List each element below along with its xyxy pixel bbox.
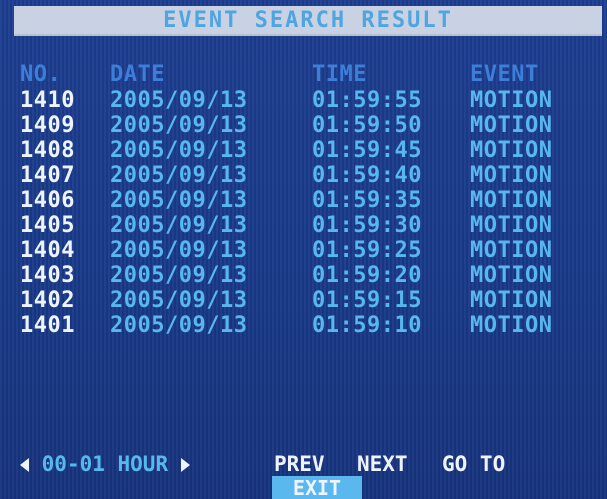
exit-button[interactable]: EXIT: [272, 476, 362, 499]
row-number: 1410: [20, 88, 75, 113]
triangle-right-icon[interactable]: [180, 458, 190, 472]
table-header: NO. DATE TIME EVENT: [0, 64, 607, 86]
row-date: 2005/09/13: [110, 163, 248, 188]
row-number: 1402: [20, 288, 75, 313]
row-event: MOTION: [470, 313, 553, 338]
row-time: 01:59:10: [312, 313, 422, 338]
title-bar: EVENT SEARCH RESULT: [14, 6, 602, 36]
row-time: 01:59:30: [312, 213, 422, 238]
row-number: 1407: [20, 163, 75, 188]
row-event: MOTION: [470, 213, 553, 238]
row-date: 2005/09/13: [110, 313, 248, 338]
row-time: 01:59:15: [312, 288, 422, 313]
row-date: 2005/09/13: [110, 88, 248, 113]
column-header-no: NO.: [20, 62, 62, 87]
row-event: MOTION: [470, 138, 553, 163]
row-time: 01:59:55: [312, 88, 422, 113]
row-event: MOTION: [470, 238, 553, 263]
row-event: MOTION: [470, 288, 553, 313]
footer-controls: 00-01 HOUR PREV NEXT GO TO: [0, 452, 607, 476]
table-row[interactable]: 1402 2005/09/13 01:59:15 MOTION: [0, 290, 607, 312]
row-time: 01:59:20: [312, 263, 422, 288]
table-row[interactable]: 1405 2005/09/13 01:59:30 MOTION: [0, 215, 607, 237]
row-event: MOTION: [470, 113, 553, 138]
table-row[interactable]: 1408 2005/09/13 01:59:45 MOTION: [0, 140, 607, 162]
column-header-event: EVENT: [470, 62, 539, 87]
table-row[interactable]: 1406 2005/09/13 01:59:35 MOTION: [0, 190, 607, 212]
row-number: 1401: [20, 313, 75, 338]
row-date: 2005/09/13: [110, 238, 248, 263]
row-event: MOTION: [470, 88, 553, 113]
table-row[interactable]: 1401 2005/09/13 01:59:10 MOTION: [0, 315, 607, 337]
row-time: 01:59:50: [312, 113, 422, 138]
row-event: MOTION: [470, 263, 553, 288]
row-date: 2005/09/13: [110, 213, 248, 238]
row-date: 2005/09/13: [110, 113, 248, 138]
row-number: 1409: [20, 113, 75, 138]
row-date: 2005/09/13: [110, 263, 248, 288]
row-number: 1404: [20, 238, 75, 263]
row-number: 1403: [20, 263, 75, 288]
column-header-date: DATE: [110, 62, 165, 87]
row-number: 1408: [20, 138, 75, 163]
table-row[interactable]: 1410 2005/09/13 01:59:55 MOTION: [0, 90, 607, 112]
prev-button[interactable]: PREV: [274, 452, 325, 476]
row-date: 2005/09/13: [110, 138, 248, 163]
row-number: 1406: [20, 188, 75, 213]
page-title: EVENT SEARCH RESULT: [163, 8, 453, 33]
row-date: 2005/09/13: [110, 288, 248, 313]
table-row[interactable]: 1403 2005/09/13 01:59:20 MOTION: [0, 265, 607, 287]
column-header-time: TIME: [312, 62, 367, 87]
event-search-screen: EVENT SEARCH RESULT NO. DATE TIME EVENT …: [0, 0, 607, 499]
hour-range-selector[interactable]: 00-01 HOUR: [20, 452, 190, 476]
go-to-button[interactable]: GO TO: [442, 452, 505, 476]
table-row[interactable]: 1404 2005/09/13 01:59:25 MOTION: [0, 240, 607, 262]
triangle-left-icon[interactable]: [20, 458, 29, 472]
row-time: 01:59:40: [312, 163, 422, 188]
row-time: 01:59:45: [312, 138, 422, 163]
row-number: 1405: [20, 213, 75, 238]
row-date: 2005/09/13: [110, 188, 248, 213]
row-time: 01:59:35: [312, 188, 422, 213]
row-event: MOTION: [470, 163, 553, 188]
table-row[interactable]: 1409 2005/09/13 01:59:50 MOTION: [0, 115, 607, 137]
row-event: MOTION: [470, 188, 553, 213]
next-button[interactable]: NEXT: [357, 452, 408, 476]
row-time: 01:59:25: [312, 238, 422, 263]
hour-range-label: 00-01 HOUR: [41, 452, 169, 476]
table-row[interactable]: 1407 2005/09/13 01:59:40 MOTION: [0, 165, 607, 187]
